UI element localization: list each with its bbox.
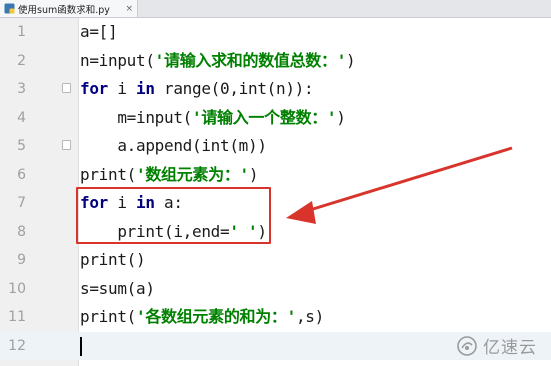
annotation-arrow [286, 146, 513, 224]
watermark: 亿速云 [457, 333, 537, 358]
yisu-cloud-logo-icon [457, 335, 477, 356]
watermark-text: 亿速云 [483, 338, 537, 358]
